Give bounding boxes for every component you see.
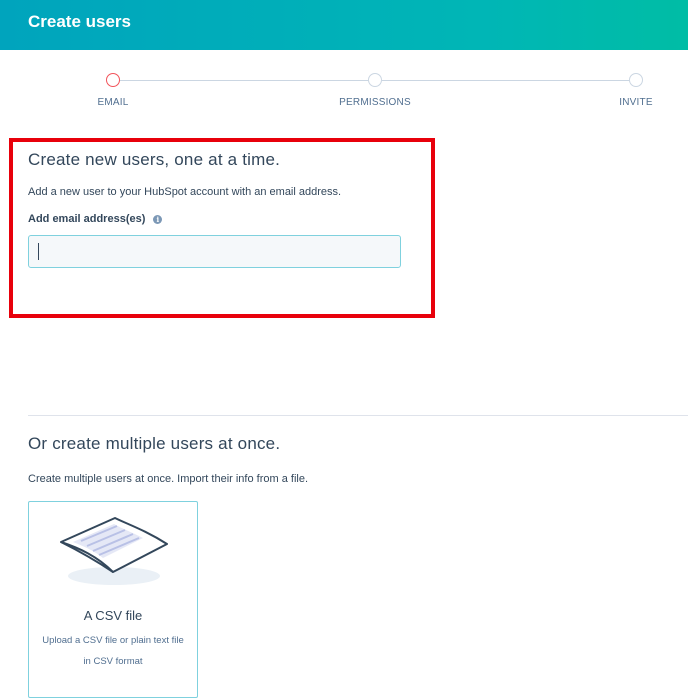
page-header: Create users xyxy=(0,0,688,50)
section-divider xyxy=(28,415,688,416)
step-permissions-label: PERMISSIONS xyxy=(339,97,411,108)
multiple-users-description: Create multiple users at once. Import th… xyxy=(28,473,309,485)
step-permissions-indicator xyxy=(368,73,382,87)
page-title: Create users xyxy=(28,12,132,31)
step-email-indicator xyxy=(106,73,120,87)
email-field-label: Add email address(es) i xyxy=(28,213,163,225)
csv-file-icon xyxy=(60,517,168,585)
email-address-input[interactable] xyxy=(28,235,401,268)
info-icon[interactable]: i xyxy=(153,214,163,224)
step-connector xyxy=(382,80,629,81)
csv-file-option[interactable]: A CSV file Upload a CSV file or plain te… xyxy=(28,501,198,698)
step-invite-indicator xyxy=(629,73,643,87)
single-user-title: Create new users, one at a time. xyxy=(28,150,281,169)
multiple-users-title: Or create multiple users at once. xyxy=(28,434,281,453)
step-connector xyxy=(120,80,368,81)
csv-option-description: Upload a CSV file or plain text file in … xyxy=(42,635,184,667)
step-email-label: EMAIL xyxy=(97,97,129,108)
step-invite-label: INVITE xyxy=(619,97,653,108)
email-field-label-text: Add email address(es) xyxy=(28,213,146,225)
single-user-description: Add a new user to your HubSpot account w… xyxy=(28,186,342,198)
progress-stepper: EMAIL PERMISSIONS INVITE xyxy=(0,70,688,110)
csv-option-title: A CSV file xyxy=(83,608,143,623)
text-cursor xyxy=(38,243,39,260)
